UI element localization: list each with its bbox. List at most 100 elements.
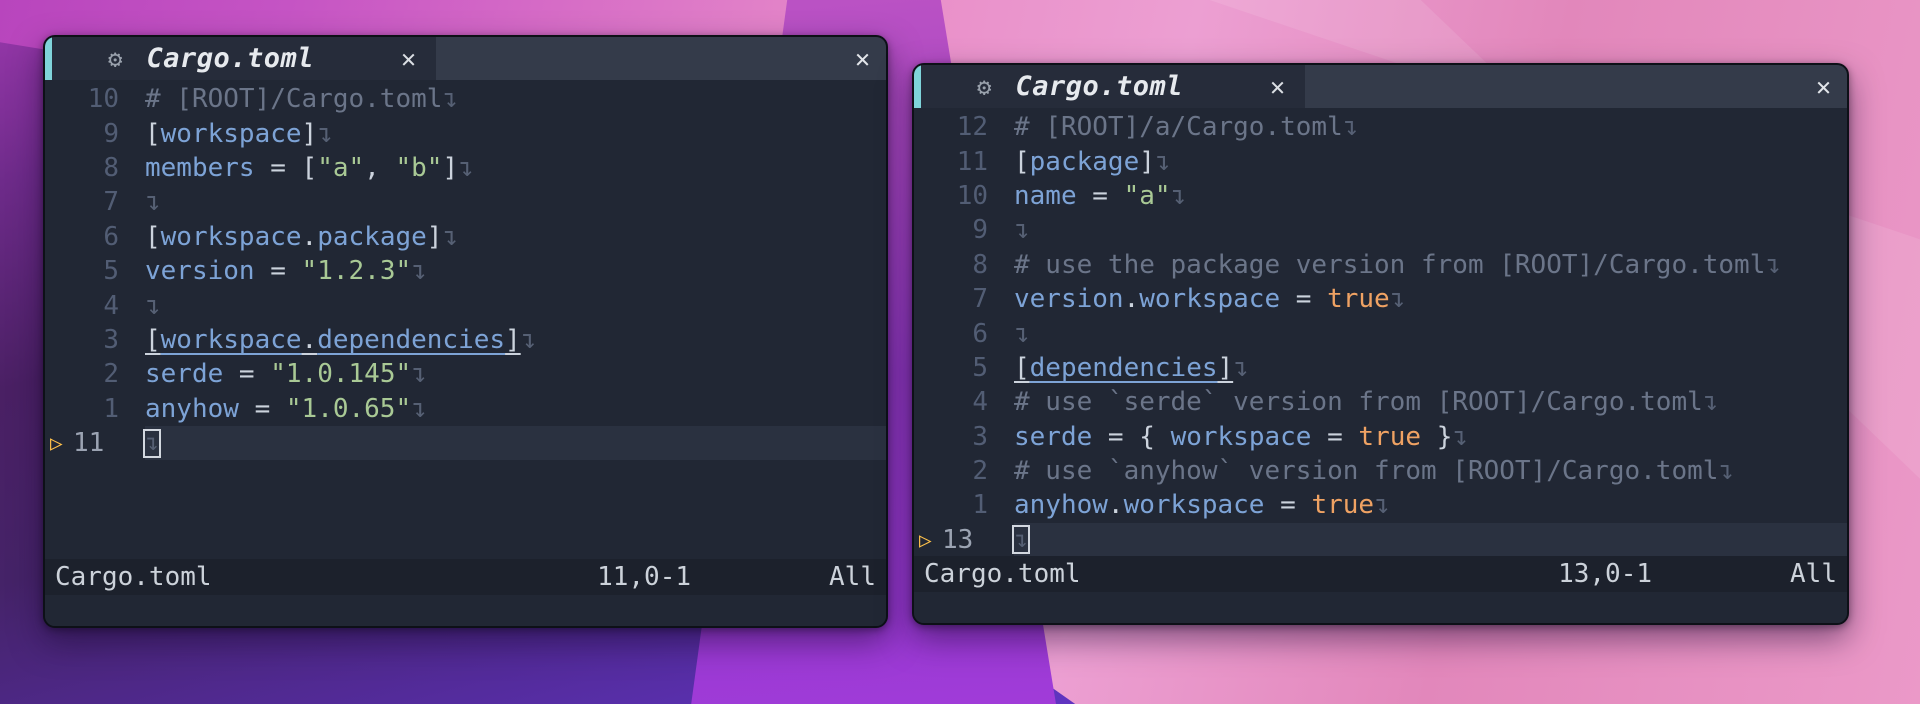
eol-icon: ↴ [1718,456,1734,486]
editor-content[interactable]: 10 # [ROOT]/Cargo.toml↴9[workspace]↴8memb… [45,80,886,559]
line-number: 11 [942,147,988,177]
tabbar-close-icon[interactable]: ✕ [855,44,870,73]
terminal-window-left: ⚙ Cargo.toml ✕ ✕ 10# [ROOT]/Cargo.toml↴9… [43,35,888,628]
line-number: 12 [942,112,988,142]
tab-title[interactable]: Cargo.toml [1015,71,1183,102]
editor-content[interactable]: 12# [ROOT]/a/Cargo.toml↴11 [package]↴10na… [914,108,1847,556]
code-line[interactable]: 9↴ [914,213,1847,247]
eol-icon: ↴ [442,222,458,252]
active-pane-accent-bar [45,37,52,80]
eol-icon: ↴ [1374,490,1390,520]
code-line[interactable]: 1 anyhow = "1.0.65"↴ [45,392,886,426]
eol-icon: ↴ [145,430,159,456]
status-scroll-position: All [1790,559,1837,589]
code-line[interactable]: 5version = "1.2.3"↴ [45,254,886,288]
code-text: # [ROOT]/Cargo.toml↴ [145,84,458,114]
code-line[interactable]: 2# use `anyhow` version from [ROOT]/Carg… [914,454,1847,488]
tab-bar-fill: ✕ [1305,65,1847,108]
line-number: 6 [73,222,119,252]
line-number: 6 [942,319,988,349]
code-text: serde = { workspace = true }↴ [1014,422,1468,452]
eol-icon: ↴ [411,394,427,424]
eol-icon: ↴ [1014,319,1030,349]
cursor-line[interactable]: ▷13 ↴ [914,523,1847,556]
code-line[interactable]: 7 version.workspace = true↴ [914,282,1847,316]
code-line[interactable]: 11 [package]↴ [914,144,1847,178]
line-number: 9 [942,215,988,245]
eol-icon: ↴ [1343,112,1359,142]
status-bar: Cargo.toml 11,0-1 All [45,559,886,595]
code-line[interactable]: 7↴ [45,185,886,219]
eol-icon: ↴ [458,153,474,183]
tab-close-icon[interactable]: ✕ [401,44,416,73]
line-number: 5 [73,256,119,286]
window-bottom-padding [45,595,886,626]
eol-icon: ↴ [1155,147,1171,177]
tab-bar: ⚙ Cargo.toml ✕ ✕ [914,65,1847,108]
tab-close-icon[interactable]: ✕ [1270,72,1285,101]
status-bar: Cargo.toml 13,0-1 All [914,556,1847,592]
tabbar-close-icon[interactable]: ✕ [1816,72,1831,101]
code-line[interactable]: 8 # use the package version from [ROOT]/C… [914,248,1847,282]
code-line[interactable]: 6↴ [914,316,1847,350]
tab-cargo-toml[interactable]: ⚙ Cargo.toml ✕ [921,65,1305,108]
terminal-window-right: ⚙ Cargo.toml ✕ ✕ 12# [ROOT]/a/Cargo.toml… [912,63,1849,625]
cursor: ↴ [1012,525,1030,554]
line-number: 8 [73,153,119,183]
line-number: 1 [942,490,988,520]
line-number: 2 [73,359,119,389]
cursor-sign-icon: ▷ [914,528,942,552]
line-number: 10 [73,84,119,114]
code-line[interactable]: 2 serde = "1.0.145"↴ [45,357,886,391]
code-text: serde = "1.0.145"↴ [145,359,427,389]
line-number: 3 [73,325,119,355]
eol-icon: ↴ [1390,284,1406,314]
code-line[interactable]: 3serde = { workspace = true }↴ [914,420,1847,454]
code-line[interactable]: 5[dependencies]↴ [914,351,1847,385]
code-text: ↴ [145,291,161,321]
code-text: ↴ [145,187,161,217]
current-line-number: 13 [942,525,988,555]
status-scroll-position: All [829,562,876,592]
tab-cargo-toml[interactable]: ⚙ Cargo.toml ✕ [52,37,436,80]
cursor: ↴ [143,429,161,458]
code-text: # use the package version from [ROOT]/Ca… [1014,250,1781,280]
code-line[interactable]: 10 # [ROOT]/Cargo.toml↴ [45,82,886,116]
eol-icon: ↴ [145,187,161,217]
cursor-line[interactable]: ▷11↴ [45,426,886,460]
code-text: [workspace.dependencies]↴ [145,325,536,355]
code-line[interactable]: 4# use `serde` version from [ROOT]/Cargo… [914,385,1847,419]
eol-icon: ↴ [1452,422,1468,452]
code-line[interactable]: 3 [workspace.dependencies]↴ [45,323,886,357]
status-ruler: 13,0-1 [1558,559,1652,589]
gear-icon[interactable]: ⚙ [977,73,991,101]
line-number: 1 [73,394,119,424]
code-text: [package]↴ [1014,147,1171,177]
line-number: 9 [73,119,119,149]
line-number: 4 [942,387,988,417]
code-line[interactable]: 4↴ [45,288,886,322]
eol-icon: ↴ [411,359,427,389]
code-text: version.workspace = true↴ [1014,284,1405,314]
line-number: 7 [73,187,119,217]
gear-icon[interactable]: ⚙ [108,45,122,73]
code-line[interactable]: 12# [ROOT]/a/Cargo.toml↴ [914,110,1847,144]
cursorline-highlight [1014,523,1847,556]
code-text: [workspace.package]↴ [145,222,458,252]
code-line[interactable]: 8members = ["a", "b"]↴ [45,151,886,185]
code-text: ↴ [1014,319,1030,349]
line-number: 7 [942,284,988,314]
eol-icon: ↴ [521,325,537,355]
code-line[interactable]: 1 anyhow.workspace = true↴ [914,488,1847,522]
code-text: # use `anyhow` version from [ROOT]/Cargo… [1014,456,1734,486]
code-text: anyhow.workspace = true↴ [1014,490,1390,520]
eol-icon: ↴ [317,119,333,149]
tab-bar: ⚙ Cargo.toml ✕ ✕ [45,37,886,80]
code-line[interactable]: 6 [workspace.package]↴ [45,220,886,254]
code-text: anyhow = "1.0.65"↴ [145,394,427,424]
code-line[interactable]: 10name = "a"↴ [914,179,1847,213]
code-line[interactable]: 9[workspace]↴ [45,116,886,150]
eol-icon: ↴ [1171,181,1187,211]
tab-title[interactable]: Cargo.toml [146,43,314,74]
line-number: 8 [942,250,988,280]
